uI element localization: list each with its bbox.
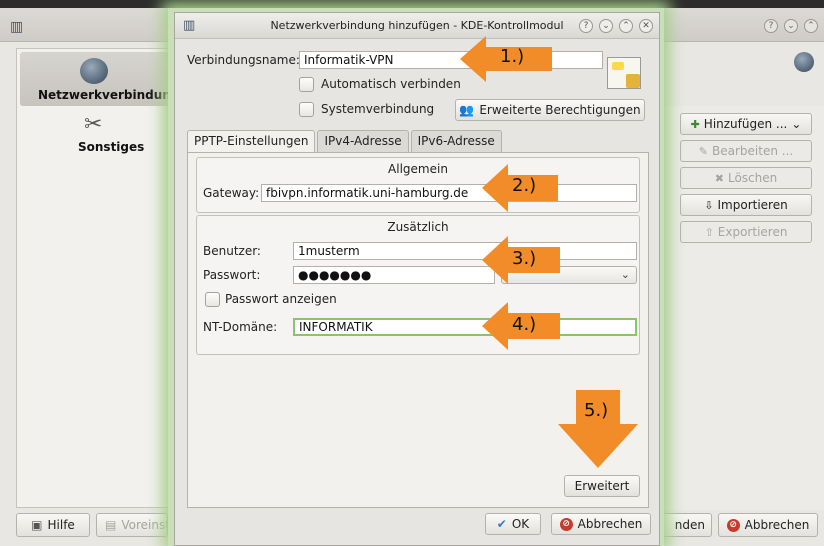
export-button[interactable]: ⇧ Exportieren [680,221,812,243]
plus-icon: ✚ [690,117,700,131]
gateway-input[interactable]: fbivpn.informatik.uni-hamburg.de [261,184,637,202]
delete-icon: ✖ [714,171,724,185]
module-network-connections[interactable]: Netzwerkverbindungen [20,52,196,106]
connection-name-input[interactable]: Informatik-VPN [299,51,603,69]
help-window-icon[interactable]: ? [579,19,593,33]
apply-button-label: nden [674,518,705,532]
cancel-button-label: Abbrechen [577,517,643,531]
chevron-down-icon: ⌄ [791,117,802,131]
general-group-title: Allgemein [388,162,448,176]
minimize-icon[interactable]: ⌄ [599,19,613,33]
certificate-lock-icon [607,57,641,89]
additional-group-title: Zusätzlich [387,220,449,234]
add-button-label: Hinzufügen ... [703,117,788,131]
chevron-down-icon: ⌄ [620,268,630,281]
password-label: Passwort: [203,268,261,282]
help-button[interactable]: ▣ Hilfe [16,513,90,537]
maximize-icon[interactable]: ⌃ [619,19,633,33]
defaults-icon: ▤ [105,518,117,532]
check-icon: ✔ [496,517,507,531]
defaults-button-label: Voreinstellungen [121,518,168,532]
system-connection-checkbox[interactable] [299,102,314,117]
users-icon: 👥 [459,103,475,117]
annotation-label-2: 2.) [512,175,537,196]
general-group: Allgemein Gateway: fbivpn.informatik.uni… [196,157,640,213]
ok-button-label: OK [511,517,530,531]
annotation-label-5: 5.) [584,400,609,421]
cancel-icon: ⊘ [726,518,740,532]
tools-icon: ✂ [84,112,103,137]
system-connection-label: Systemverbindung [321,102,435,116]
edit-button[interactable]: ✎ Bearbeiten ... [680,140,812,162]
delete-button[interactable]: ✖ Löschen [680,167,812,189]
apply-button[interactable]: nden [660,513,712,537]
export-icon: ⇧ [704,225,714,239]
edit-icon: ✎ [698,144,709,158]
user-input[interactable]: 1musterm [293,242,637,260]
nt-domain-input[interactable]: INFORMATIK [293,318,637,336]
delete-button-label: Löschen [727,171,778,185]
nt-domain-label: NT-Domäne: [203,320,278,334]
export-button-label: Exportieren [717,225,788,239]
bg-cancel-button-label: Abbrechen [744,518,810,532]
tab-ipv6-address[interactable]: IPv6-Adresse [410,130,502,152]
ok-button[interactable]: ✔ OK [485,513,541,535]
dialog-titlebar: ▥ Netzwerkverbindung hinzufügen - KDE-Ko… [175,13,659,39]
cancel-icon: ⊘ [559,517,573,531]
desktop-top-strip [0,0,824,8]
tab-pptp-settings[interactable]: PPTP-Einstellungen [187,130,316,153]
add-button[interactable]: ✚ Hinzufügen ... ⌄ [680,113,812,135]
advanced-permissions-label: Erweiterte Berechtigungen [479,103,641,117]
cancel-button[interactable]: ⊘ Abbrechen [551,513,651,535]
help-button-label: Hilfe [47,518,75,532]
settings-tabbar: PPTP-Einstellungen IPv4-Adresse IPv6-Adr… [187,130,504,153]
annotation-label-4: 4.) [512,314,537,335]
help-window-icon[interactable]: ? [764,19,778,33]
module-misc[interactable]: ✂ Sonstiges [20,112,170,166]
import-button[interactable]: ⇩ Importieren [680,194,812,216]
user-label: Benutzer: [203,244,261,258]
advanced-button[interactable]: Erweitert [564,475,640,497]
import-icon: ⇩ [704,198,714,212]
advanced-permissions-button[interactable]: 👥 Erweiterte Berechtigungen [455,99,645,121]
show-password-label: Passwort anzeigen [225,292,337,306]
help-icon: ▣ [31,518,43,532]
show-password-checkbox[interactable] [205,292,220,307]
auto-connect-label: Automatisch verbinden [321,77,461,91]
network-icon [794,52,814,72]
minimize-icon[interactable]: ⌄ [784,19,798,33]
close-icon[interactable]: ✕ [639,19,653,33]
kde-app-icon: ▥ [10,19,24,35]
bg-cancel-button[interactable]: ⊘ Abbrechen [718,513,818,537]
maximize-icon[interactable]: ⌃ [804,19,818,33]
connection-name-label: Verbindungsname: [187,53,300,67]
password-input[interactable]: ●●●●●●● [293,266,495,284]
tab-ipv4-address[interactable]: IPv4-Adresse [317,130,409,152]
import-button-label: Importieren [717,198,788,212]
defaults-button[interactable]: ▤ Voreinstellungen [96,513,168,537]
annotation-label-1: 1.) [500,46,525,67]
advanced-button-label: Erweitert [574,479,630,493]
edit-button-label: Bearbeiten ... [712,144,794,158]
auto-connect-checkbox[interactable] [299,77,314,92]
additional-group: Zusätzlich Benutzer: 1musterm Passwort: … [196,215,640,355]
annotation-label-3: 3.) [512,248,537,269]
module-label: Sonstiges [78,140,145,154]
network-connections-icon [80,58,108,84]
gateway-label: Gateway: [203,186,260,200]
